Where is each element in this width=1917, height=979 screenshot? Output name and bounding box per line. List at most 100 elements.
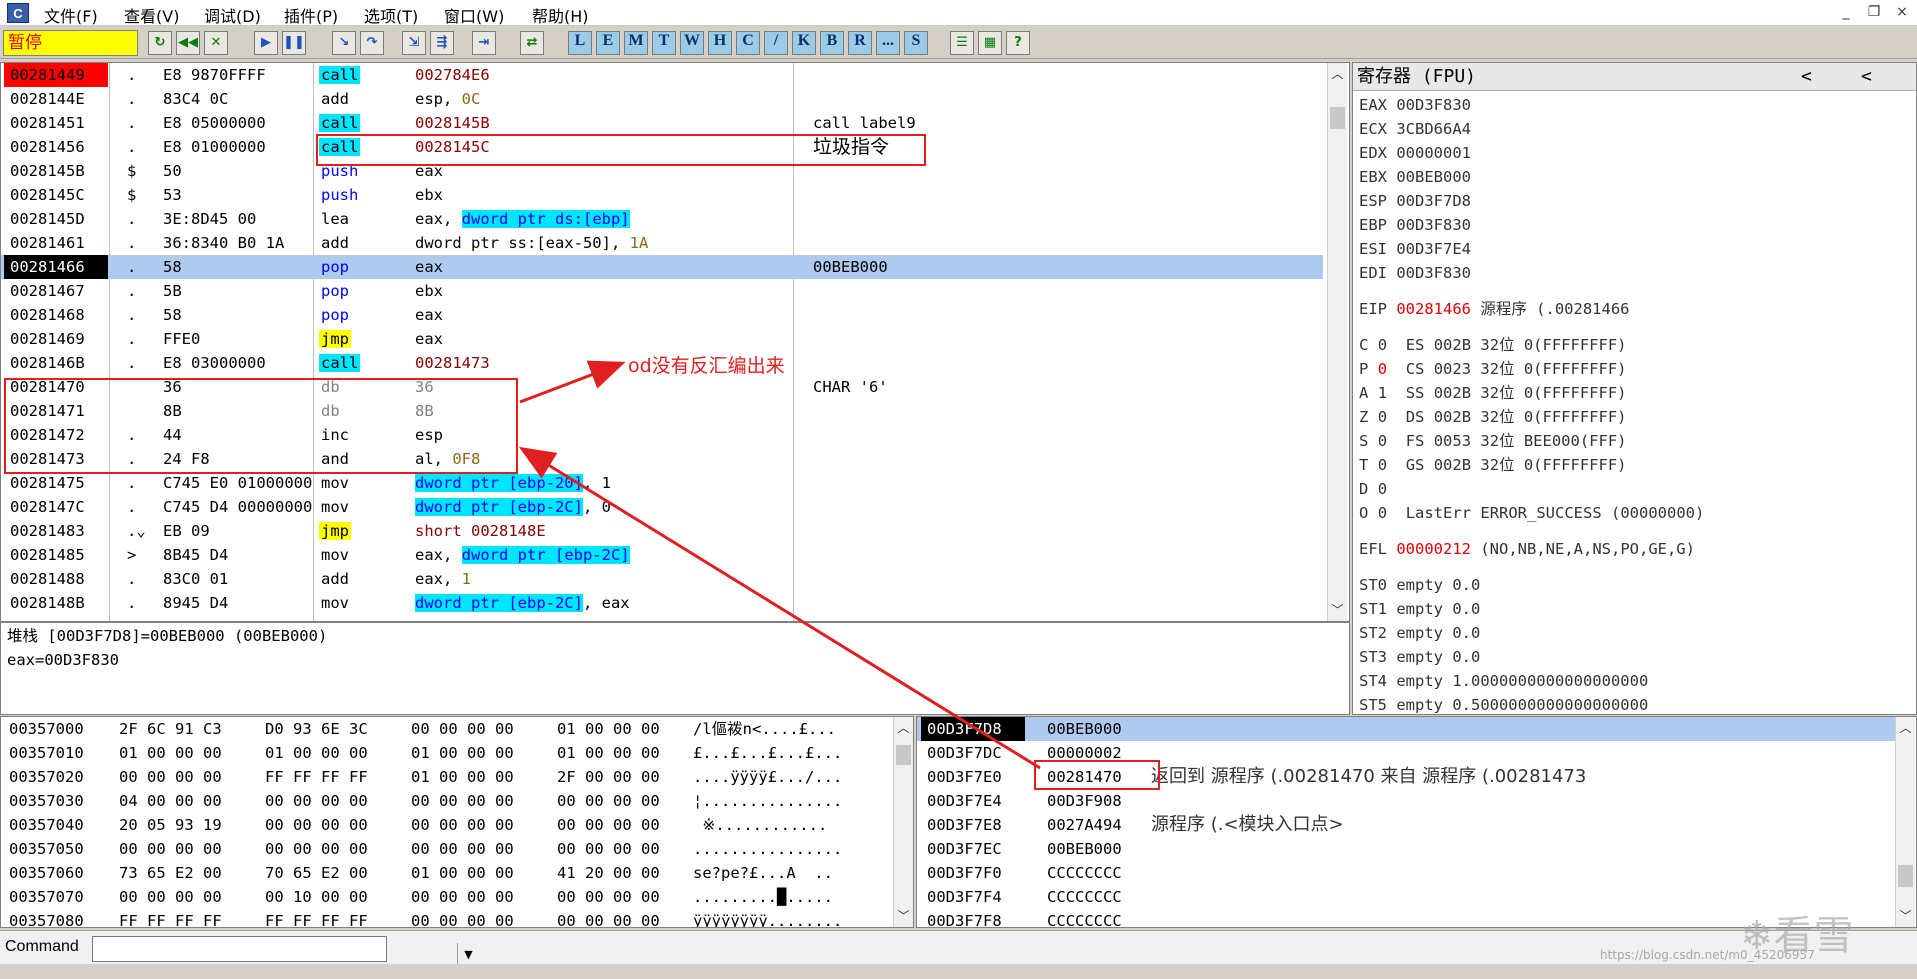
disasm-row[interactable]: 00281473. 24 F8 and al, 0F8 [1, 447, 1323, 471]
flag-a[interactable]: A 1 SS 002B 32位 0(FFFFFFFF) [1359, 381, 1627, 405]
close-button[interactable]: × [1892, 4, 1912, 22]
toolbar-btn-h[interactable]: H [708, 31, 732, 55]
dump-row[interactable]: 00357040 20 05 93 19 00 00 00 00 00 00 00 0… [1, 813, 891, 837]
toolbar-btn-l[interactable]: L [568, 31, 592, 55]
dump-row[interactable]: 00357070 00 00 00 00 00 10 00 00 00 00 00 0… [1, 885, 891, 909]
flag-s[interactable]: S 0 FS 0053 32位 BEE000(FFF) [1359, 429, 1627, 453]
dump-row[interactable]: 00357060 73 65 E2 00 70 65 E2 00 01 00 00 0… [1, 861, 891, 885]
disasm-row[interactable]: 0028145B $50 push eax [1, 159, 1323, 183]
disasm-row[interactable]: 0028145C $53 push ebx [1, 183, 1323, 207]
fpu-register[interactable]: ST0 empty 0.0 [1359, 573, 1480, 597]
fpu-register[interactable]: ST2 empty 0.0 [1359, 621, 1480, 645]
stack-row[interactable]: 00D3F7E8 0027A494 源程序 (.<模块入口点> [917, 813, 1897, 837]
rewind-icon[interactable]: ◀◀ [176, 31, 200, 55]
stack-row[interactable]: 00D3F7E0 00281470 返回到 源程序 (.00281470 来自 源程… [917, 765, 1897, 789]
menu-file[interactable]: 文件(F) [44, 3, 98, 27]
scroll-up-icon[interactable]: ︿ [894, 719, 913, 737]
scroll-down-icon[interactable]: ﹀ [1328, 601, 1347, 619]
dump-row[interactable]: 00357000 2F 6C 91 C3 D0 93 6E 3C 00 00 00 0… [1, 717, 891, 741]
stack-row[interactable]: 00D3F7D8 00BEB000 [917, 717, 1897, 741]
disasm-row[interactable]: 00281475. C745 E0 01000000 mov dword ptr [e… [1, 471, 1323, 495]
toolbar-btn-t[interactable]: T [652, 31, 676, 55]
fpu-register[interactable]: ST5 empty 0.5000000000000000000 [1359, 693, 1648, 714]
disasm-row[interactable]: 00281483 .⌄ EB 09 jmp short 0028148E [1, 519, 1323, 543]
flag-d[interactable]: D 0 [1359, 477, 1406, 501]
collapse-left-icon-2[interactable]: < [1861, 63, 1872, 91]
stack-row[interactable]: 00D3F7F0 CCCCCCCC [917, 861, 1897, 885]
register-esi[interactable]: ESI 00D3F7E4 [1359, 237, 1471, 261]
disasm-row[interactable]: 00281466. 58 pop eax 00BEB000 [1, 255, 1323, 279]
disasm-row[interactable]: 00281468. 58 pop eax [1, 303, 1323, 327]
disasm-row[interactable]: 00281451. E8 05000000 call 0028145B call lab… [1, 111, 1323, 135]
dump-row[interactable]: 00357030 04 00 00 00 00 00 00 00 00 00 00 0… [1, 789, 891, 813]
app-icon[interactable]: C [7, 3, 29, 23]
flag-o[interactable]: O 0 LastErr ERROR_SUCCESS (00000000) [1359, 501, 1704, 525]
toolbar-btn-slash[interactable]: / [764, 31, 788, 55]
scroll-down-icon[interactable]: ﹀ [894, 907, 913, 925]
trace-into-icon[interactable]: ⇲ [402, 31, 426, 55]
disasm-row[interactable]: 00281456. E8 01000000 call 0028145C 垃圾指令 [1, 135, 1323, 159]
trace-over-icon[interactable]: ⇶ [430, 31, 454, 55]
disasm-row[interactable]: 00281469. FFE0 jmp eax [1, 327, 1323, 351]
register-ebx[interactable]: EBX 00BEB000 [1359, 165, 1471, 189]
registers-pane[interactable]: 寄存器 (FPU) < < EAX 00D3F830 ECX 3CBD66A4 ED… [1352, 62, 1917, 715]
stack-scrollbar[interactable]: ︿ ﹀ [1895, 717, 1915, 927]
disasm-row[interactable]: 00281471 8B db 8B [1, 399, 1323, 423]
fpu-register[interactable]: ST1 empty 0.0 [1359, 597, 1480, 621]
stack-row[interactable]: 00D3F7E4 00D3F908 [917, 789, 1897, 813]
toolbar-btn-b[interactable]: B [820, 31, 844, 55]
register-efl[interactable]: EFL 00000212 (NO,NB,NE,A,NS,PO,GE,G) [1359, 537, 1695, 561]
disassembly-pane[interactable]: 00281449. E8 9870FFFF call 002784E6 0028144E… [0, 62, 1350, 622]
toolbar-btn-r[interactable]: R [848, 31, 872, 55]
disasm-row[interactable]: 00281467. 5B pop ebx [1, 279, 1323, 303]
scroll-down-icon[interactable]: ﹀ [1896, 907, 1915, 925]
disasm-row[interactable]: 00281449. E8 9870FFFF call 002784E6 [1, 63, 1323, 87]
flag-z[interactable]: Z 0 DS 002B 32位 0(FFFFFFFF) [1359, 405, 1627, 429]
disasm-row[interactable]: 00281470 36 db 36 CHAR '6' [1, 375, 1323, 399]
toolbar-btn-k[interactable]: K [792, 31, 816, 55]
fpu-register[interactable]: ST3 empty 0.0 [1359, 645, 1480, 669]
menu-window[interactable]: 窗口(W) [444, 3, 504, 27]
register-ebp[interactable]: EBP 00D3F830 [1359, 213, 1471, 237]
stack-pane[interactable]: 00D3F7D8 00BEB000 00D3F7DC 00000002 00D3F7E0… [916, 716, 1917, 928]
register-edx[interactable]: EDX 00000001 [1359, 141, 1471, 165]
dump-row[interactable]: 00357050 00 00 00 00 00 00 00 00 00 00 00 0… [1, 837, 891, 861]
toolbar-btn-s[interactable]: S [904, 31, 928, 55]
register-edi[interactable]: EDI 00D3F830 [1359, 261, 1471, 285]
execute-till-return-icon[interactable]: ⇥ [472, 31, 496, 55]
dump-scrollbar[interactable]: ︿ ﹀ [893, 717, 913, 927]
register-eax[interactable]: EAX 00D3F830 [1359, 93, 1471, 117]
disasm-row[interactable]: 0028144E. 83C4 0C add esp, 0C [1, 87, 1323, 111]
disassembly-scrollbar[interactable]: ︿ ﹀ [1327, 63, 1347, 621]
register-eip[interactable]: EIP 00281466 源程序 (.00281466 [1359, 297, 1630, 321]
minimize-button[interactable]: _ [1836, 4, 1856, 22]
scroll-up-icon[interactable]: ︿ [1328, 65, 1347, 83]
stack-row[interactable]: 00D3F7EC 00BEB000 [917, 837, 1897, 861]
step-over-icon[interactable]: ↷ [360, 31, 384, 55]
close-process-icon[interactable]: ✕ [204, 31, 228, 55]
flag-p[interactable]: P 0 CS 0023 32位 0(FFFFFFFF) [1359, 357, 1627, 381]
menu-options[interactable]: 选项(T) [364, 3, 418, 27]
toolbar-btn-dots[interactable]: ... [876, 31, 900, 55]
pause-icon[interactable]: ❚❚ [282, 31, 306, 55]
collapse-left-icon[interactable]: < [1801, 63, 1812, 91]
disasm-row[interactable]: 0028148B. 8945 D4 mov dword ptr [ebp-2C], e… [1, 591, 1323, 615]
disasm-row[interactable]: 0028147C. C745 D4 00000000 mov dword ptr [e… [1, 495, 1323, 519]
flag-t[interactable]: T 0 GS 002B 32位 0(FFFFFFFF) [1359, 453, 1627, 477]
step-into-icon[interactable]: ↘ [332, 31, 356, 55]
goto-icon[interactable]: ⇄ [520, 31, 544, 55]
open-icon[interactable]: ↻ [148, 31, 172, 55]
disasm-row[interactable]: 00281472. 44 inc esp [1, 423, 1323, 447]
run-icon[interactable]: ▶ [254, 31, 278, 55]
menu-debug[interactable]: 调试(D) [204, 3, 261, 27]
register-esp[interactable]: ESP 00D3F7D8 [1359, 189, 1471, 213]
flag-c[interactable]: C 0 ES 002B 32位 0(FFFFFFFF) [1359, 333, 1627, 357]
toolbar-btn-e[interactable]: E [596, 31, 620, 55]
stack-row[interactable]: 00D3F7DC 00000002 [917, 741, 1897, 765]
menu-view[interactable]: 查看(V) [124, 3, 179, 27]
disasm-row[interactable]: 00281485 >8B45 D4 mov eax, dword ptr [ebp-2… [1, 543, 1323, 567]
register-ecx[interactable]: ECX 3CBD66A4 [1359, 117, 1471, 141]
menu-help[interactable]: 帮助(H) [532, 3, 589, 27]
toolbar-btn-c[interactable]: C [736, 31, 760, 55]
restore-button[interactable]: ❐ [1864, 4, 1884, 22]
